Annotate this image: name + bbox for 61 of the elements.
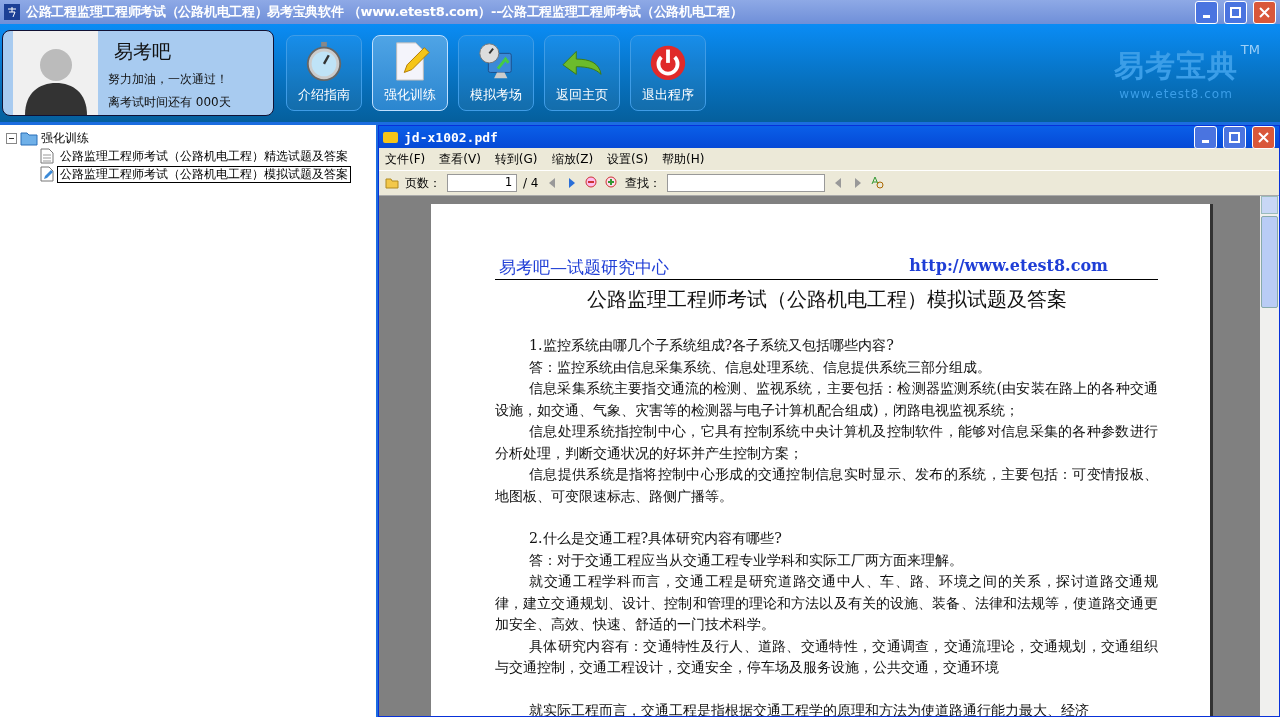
- document-header-link[interactable]: http://www.etest8.com: [909, 256, 1108, 279]
- countdown-text: 离考试时间还有 000天: [108, 94, 231, 111]
- minimize-icon: [1203, 14, 1210, 18]
- folder-icon[interactable]: [385, 176, 399, 190]
- document-paragraph: 2.什么是交通工程?具体研究内容有哪些?: [528, 529, 783, 548]
- motto-text: 努力加油，一次通过！: [108, 71, 229, 88]
- tree-item[interactable]: 公路监理工程师考试（公路机电工程）精选试题及答案: [57, 147, 351, 165]
- nav-button[interactable]: 退出程序: [630, 35, 706, 111]
- nav-button[interactable]: 返回主页: [544, 35, 620, 111]
- close-button[interactable]: [1253, 0, 1276, 24]
- tree-toggle-icon[interactable]: [6, 132, 17, 144]
- scroll-bar[interactable]: [1260, 196, 1279, 716]
- close-button[interactable]: [1252, 125, 1275, 149]
- close-icon: [1259, 6, 1270, 18]
- document-title: 公路监理工程师考试（公路机电工程）模拟试题及答案: [585, 286, 1068, 313]
- app-icon: [4, 4, 20, 20]
- document-paragraph: 就实际工程而言，交通工程是指根据交通工程学的原理和方法为使道路通行能力最大、经济: [528, 700, 1091, 716]
- window-title: 公路工程监理工程师考试（公路机电工程）易考宝典软件 （www.etest8.com）--公路工程监理工程师考试（公路机电工程）: [26, 3, 744, 21]
- document-paragraph: 就交通工程学科而言，交通工程是研究道路交通中人、车、路、环境之间的关系，探讨道路交通规律，建立交通规划、设计、控制和管理的理论和方法以及有关的设施、装备、法律和法规等，使道路交通更加安全、高效、快速、舒适的一门技术科学。: [495, 572, 1158, 634]
- page-total: / 4: [523, 176, 539, 190]
- page-number-field[interactable]: 1: [447, 174, 517, 192]
- restore-button[interactable]: [1224, 0, 1247, 24]
- menu-item[interactable]: 帮助(H): [662, 150, 705, 168]
- minimize-button[interactable]: [1194, 125, 1217, 149]
- maximize-icon: [1229, 131, 1240, 143]
- document-paragraph: 答：监控系统由信息采集系统、信息处理系统、信息提供系统三部分组成。: [528, 357, 993, 377]
- nav-button[interactable]: 强化训练: [372, 35, 448, 111]
- nav-button[interactable]: 介绍指南: [286, 35, 362, 111]
- find-label: 查找：: [624, 174, 661, 192]
- menu-item[interactable]: 文件(F): [385, 150, 426, 168]
- document-paragraph: 信息采集系统主要指交通流的检测、监视系统，主要包括：检测器监测系统(由安装在路上的各种交通设施，如交通、气象、灾害等的检测器与电子计算机配合组成)，闭路电视监视系统；: [495, 379, 1158, 420]
- find-field[interactable]: [666, 174, 825, 192]
- document-paragraph: 信息提供系统是指将控制中心形成的交通控制信息实时显示、发布的系统，主要包括：可变情报板、地图板、可变限速标志、路侧广播等。: [495, 465, 1158, 506]
- tree-item[interactable]: 强化训练: [41, 130, 89, 146]
- document-paragraph: 1.监控系统由哪几个子系统组成?各子系统又包括哪些内容?: [528, 336, 895, 355]
- minimize-button[interactable]: [1195, 0, 1218, 24]
- page-label: 页数：: [405, 174, 441, 192]
- tree-item[interactable]: 公路监理工程师考试（公路机电工程）模拟试题及答案: [57, 165, 351, 183]
- profile-name: 易考吧: [113, 39, 172, 64]
- menu-item[interactable]: 转到(G): [494, 150, 538, 168]
- nav-button[interactable]: 模拟考场: [458, 35, 534, 111]
- menu-item[interactable]: 查看(V): [439, 150, 481, 168]
- zoom-in-icon[interactable]: [604, 176, 619, 190]
- text-search-icon[interactable]: [870, 176, 885, 190]
- zoom-out-icon[interactable]: [584, 176, 599, 190]
- viewer-title: jd-x1002.pdf: [404, 129, 499, 145]
- restore-icon: [1230, 6, 1241, 18]
- document-paragraph: 具体研究内容有：交通特性及行人、道路、交通特性，交通调查，交通流理论，交通规划，交通组织与交通控制，交通工程设计，交通安全，停车场及服务设施，公共交通，交通环境: [495, 636, 1158, 677]
- close-icon: [1258, 131, 1269, 143]
- document-paragraph: 信息处理系统指控制中心，它具有控制系统中央计算机及控制软件，能够对信息采集的各种参数进行分析处理，判断交通状况的好坏并产生控制方案；: [495, 422, 1158, 463]
- trademark-mark: TM: [1240, 41, 1260, 57]
- document-paragraph: 答：对于交通工程应当从交通工程专业学科和实际工厂两方面来理解。: [528, 550, 965, 570]
- logo-url: www.etest8.com: [1119, 86, 1233, 101]
- folder-icon: [20, 130, 38, 146]
- document-edit-icon: [40, 166, 54, 182]
- minimize-icon: [1202, 139, 1209, 143]
- maximize-button[interactable]: [1223, 125, 1246, 149]
- menu-item[interactable]: 设置(S): [607, 150, 649, 168]
- document-header-text: 易考吧—试题研究中心: [499, 256, 669, 279]
- menu-item[interactable]: 缩放(Z): [551, 150, 594, 168]
- document-icon: [40, 148, 54, 164]
